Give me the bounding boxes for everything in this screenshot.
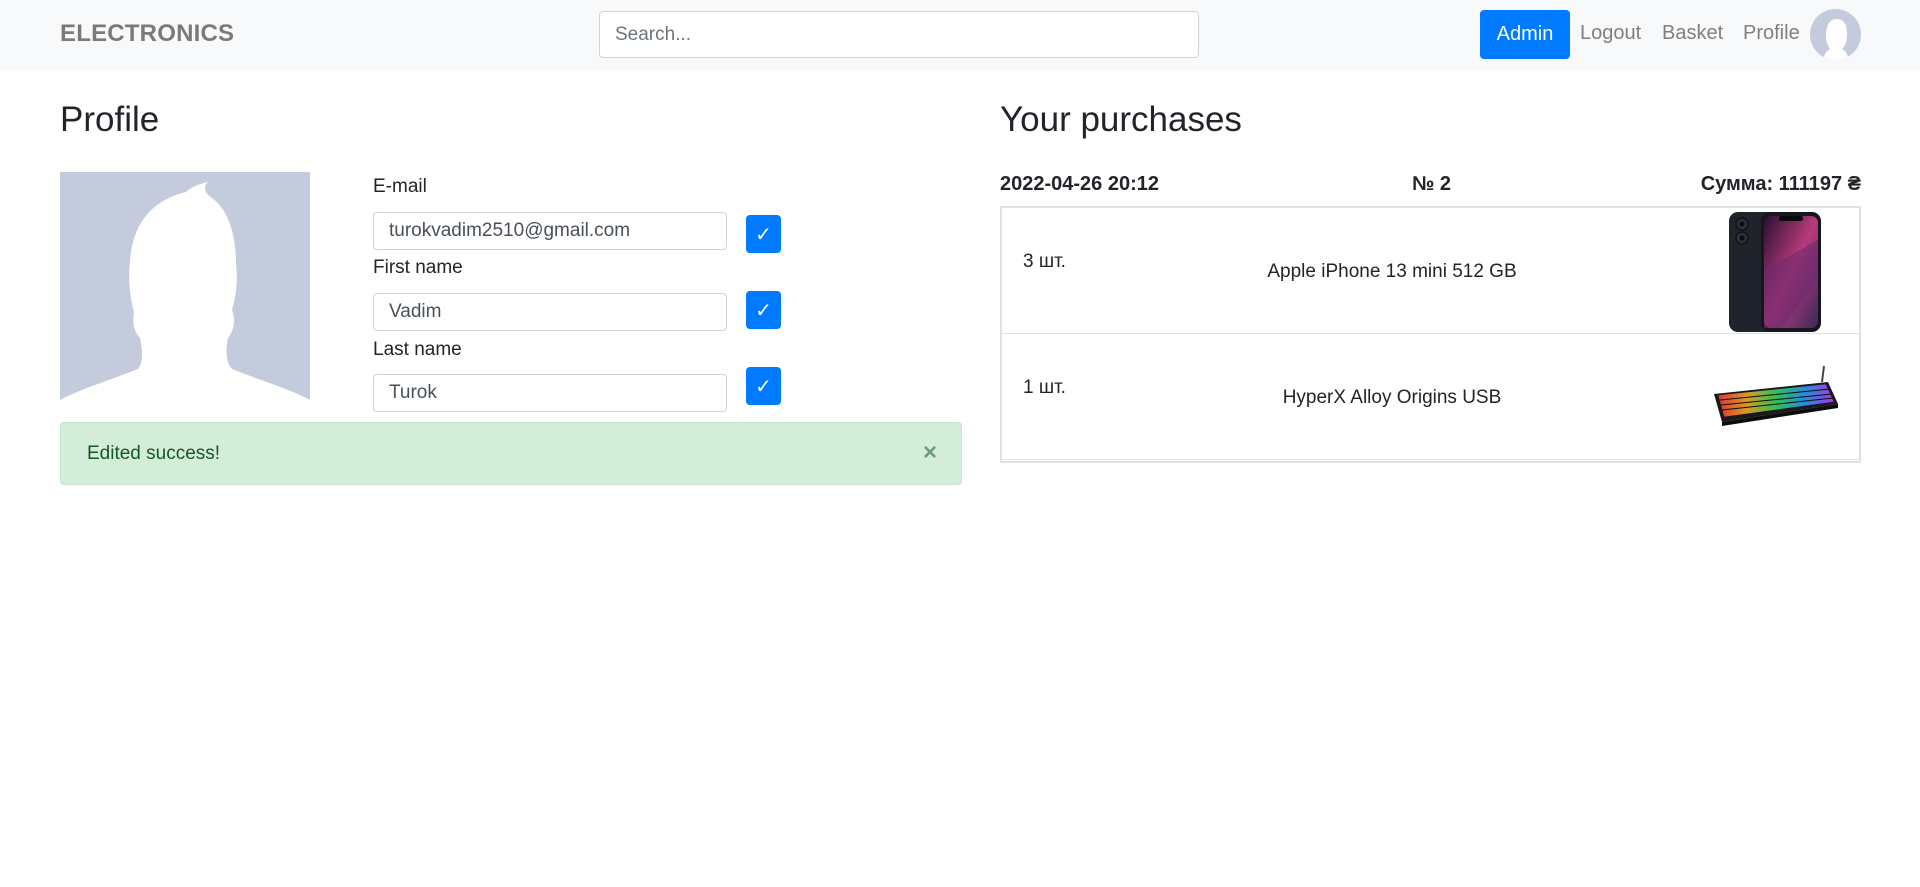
item-quantity: 1 шт. xyxy=(1023,377,1066,398)
item-name[interactable]: HyperX Alloy Origins USB xyxy=(1202,387,1582,409)
email-label: E-mail xyxy=(373,176,427,197)
item-name[interactable]: Apple iPhone 13 mini 512 GB xyxy=(1202,261,1582,283)
first-name-label: First name xyxy=(373,257,463,278)
profile-link[interactable]: Profile xyxy=(1743,22,1800,45)
check-icon: ✓ xyxy=(755,222,772,246)
order-number: № 2 xyxy=(1412,173,1451,195)
profile-avatar xyxy=(60,172,310,405)
last-name-field[interactable] xyxy=(373,374,727,412)
save-last-name-button[interactable]: ✓ xyxy=(746,367,781,405)
purchases-title: Your purchases xyxy=(1000,100,1242,139)
last-name-label: Last name xyxy=(373,339,462,360)
brand-logo[interactable]: ELECTRONICS xyxy=(60,20,234,48)
user-silhouette-icon xyxy=(1824,19,1848,60)
success-alert: Edited success! × xyxy=(60,422,962,485)
order-date: 2022-04-26 20:12 xyxy=(1000,173,1160,195)
smartphone-image[interactable] xyxy=(1727,210,1823,334)
profile-title: Profile xyxy=(60,100,160,139)
keyboard-image[interactable] xyxy=(1712,364,1840,430)
first-name-field[interactable] xyxy=(373,293,727,331)
check-icon: ✓ xyxy=(755,298,772,322)
order-sum: Сумма: 111197 ₴ xyxy=(1700,173,1861,195)
avatar[interactable] xyxy=(1810,9,1861,60)
table-row: 1 шт. HyperX Alloy Origins USB xyxy=(1002,334,1859,460)
check-icon: ✓ xyxy=(755,374,772,398)
close-icon[interactable]: × xyxy=(923,439,937,467)
table-row: 3 шт. Apple iPhone 13 mini 512 GB xyxy=(1002,208,1859,334)
alert-message: Edited success! xyxy=(87,443,221,464)
search-input[interactable] xyxy=(599,11,1199,58)
basket-link[interactable]: Basket xyxy=(1662,22,1723,45)
email-field[interactable] xyxy=(373,212,727,250)
item-quantity: 3 шт. xyxy=(1023,251,1066,272)
navbar: ELECTRONICS Admin Logout Basket Profile xyxy=(0,0,1920,70)
save-first-name-button[interactable]: ✓ xyxy=(746,291,781,329)
user-silhouette-icon xyxy=(60,182,310,405)
order-table: 3 шт. Apple iPhone 13 mini 512 GB 1 шт. … xyxy=(1000,206,1861,463)
logout-link[interactable]: Logout xyxy=(1580,22,1641,45)
admin-button[interactable]: Admin xyxy=(1480,10,1570,59)
save-email-button[interactable]: ✓ xyxy=(746,215,781,253)
